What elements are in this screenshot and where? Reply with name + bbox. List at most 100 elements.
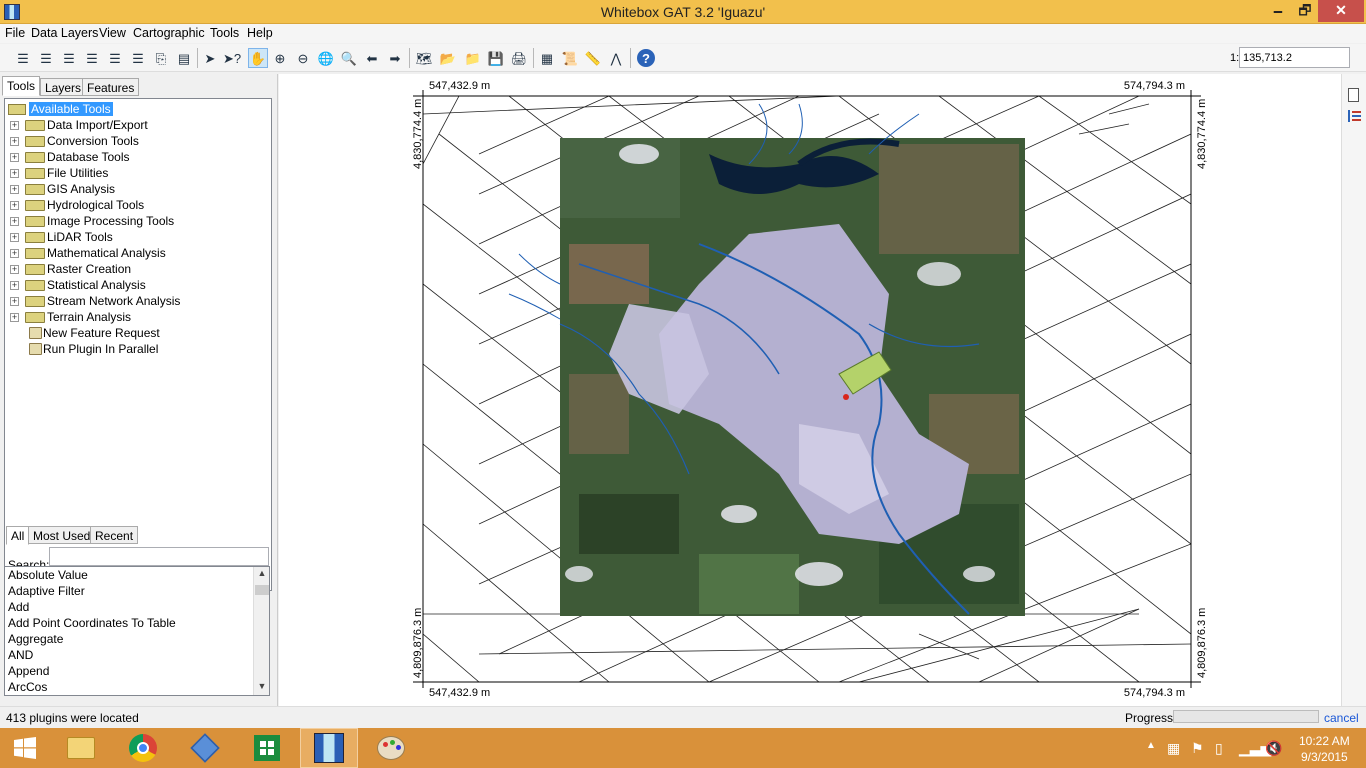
- tree-folder[interactable]: + Database Tools: [5, 149, 271, 165]
- zoom-out-icon[interactable]: ⊖: [293, 48, 313, 68]
- remove-layer-icon[interactable]: ☰: [36, 48, 56, 68]
- save-icon[interactable]: 💾: [486, 48, 506, 68]
- expand-icon[interactable]: +: [10, 169, 19, 178]
- list-item[interactable]: Adaptive Filter: [8, 584, 85, 600]
- clock-date[interactable]: 9/3/2015: [1301, 750, 1348, 764]
- expand-icon[interactable]: +: [10, 281, 19, 290]
- expand-icon[interactable]: +: [10, 217, 19, 226]
- new-map-icon[interactable]: 🗺: [414, 48, 434, 68]
- expand-icon[interactable]: +: [10, 137, 19, 146]
- tree-folder[interactable]: + Hydrological Tools: [5, 197, 271, 213]
- close-button[interactable]: ✕: [1318, 0, 1364, 22]
- raster-calculator-icon[interactable]: ▦: [537, 48, 557, 68]
- layer-properties-icon[interactable]: ⎘: [151, 48, 171, 68]
- tab-features[interactable]: Features: [82, 78, 140, 96]
- pan-icon[interactable]: ✋: [248, 48, 268, 68]
- expand-icon[interactable]: +: [10, 265, 19, 274]
- scroll-thumb[interactable]: [255, 585, 269, 595]
- list-item[interactable]: ArcCos: [8, 680, 47, 695]
- tree-root[interactable]: Available Tools: [5, 101, 271, 117]
- tree-folder[interactable]: + Conversion Tools: [5, 133, 271, 149]
- expand-icon[interactable]: +: [10, 153, 19, 162]
- menu-help[interactable]: Help: [247, 26, 273, 40]
- full-extent-icon[interactable]: 🌐: [316, 48, 336, 68]
- device-icon[interactable]: ▯: [1215, 740, 1223, 757]
- tab-all[interactable]: All: [6, 526, 30, 545]
- expand-icon[interactable]: +: [10, 185, 19, 194]
- file-explorer-icon[interactable]: [52, 728, 110, 768]
- tab-recent[interactable]: Recent: [90, 526, 139, 544]
- tab-layers[interactable]: Layers: [40, 78, 87, 96]
- menu-file[interactable]: File: [5, 26, 25, 40]
- tree-folder[interactable]: + Raster Creation: [5, 261, 271, 277]
- tree-folder[interactable]: + Mathematical Analysis: [5, 245, 271, 261]
- map-canvas[interactable]: 547,432.9 m 574,794.3 m 547,432.9 m 574,…: [279, 74, 1341, 706]
- print-icon[interactable]: 🖨: [509, 48, 529, 68]
- open-map-icon[interactable]: 📂: [438, 48, 458, 68]
- list-item[interactable]: Absolute Value: [8, 568, 88, 584]
- volume-icon[interactable]: 🔇: [1265, 740, 1282, 757]
- layer-down-icon[interactable]: ☰: [82, 48, 102, 68]
- previous-extent-icon[interactable]: ⬅: [362, 48, 382, 68]
- whitebox-icon[interactable]: [300, 728, 358, 768]
- flag-icon[interactable]: ⚑: [1191, 740, 1204, 757]
- search-input[interactable]: [49, 547, 269, 566]
- tree-tool[interactable]: New Feature Request: [5, 325, 271, 341]
- scroll-down-icon[interactable]: ▼: [254, 681, 269, 691]
- layer-bottom-icon[interactable]: ☰: [128, 48, 148, 68]
- action-center-icon[interactable]: ▦: [1167, 740, 1180, 757]
- expand-icon[interactable]: +: [10, 313, 19, 322]
- measure-icon[interactable]: 📏: [583, 48, 603, 68]
- tree-tool[interactable]: Run Plugin In Parallel: [5, 341, 271, 357]
- tree-folder[interactable]: + GIS Analysis: [5, 181, 271, 197]
- help-icon[interactable]: ?: [637, 49, 655, 67]
- menu-view[interactable]: View: [99, 26, 126, 40]
- layer-up-icon[interactable]: ☰: [59, 48, 79, 68]
- tab-tools[interactable]: Tools: [2, 76, 41, 96]
- list-item[interactable]: Aggregate: [8, 632, 63, 648]
- maximize-button[interactable]: 🗗: [1292, 0, 1318, 22]
- layer-properties-icon[interactable]: ▤: [174, 48, 194, 68]
- layer-top-icon[interactable]: ☰: [105, 48, 125, 68]
- tree-folder[interactable]: + Data Import/Export: [5, 117, 271, 133]
- scripter-icon[interactable]: 📜: [560, 48, 580, 68]
- tree-folder[interactable]: + LiDAR Tools: [5, 229, 271, 245]
- expand-icon[interactable]: +: [10, 249, 19, 258]
- virtualbox-icon[interactable]: [176, 728, 234, 768]
- tab-most-used[interactable]: Most Used: [28, 526, 96, 544]
- select-icon[interactable]: ➤: [200, 48, 220, 68]
- tree-folder[interactable]: + Image Processing Tools: [5, 213, 271, 229]
- menu-data-layers[interactable]: Data Layers: [31, 26, 98, 40]
- tree-folder[interactable]: + File Utilities: [5, 165, 271, 181]
- zoom-in-icon[interactable]: ⊕: [270, 48, 290, 68]
- open-folder-icon[interactable]: 📁: [463, 48, 483, 68]
- menu-cartographic[interactable]: Cartographic: [133, 26, 205, 40]
- legend-icon[interactable]: [1348, 110, 1361, 122]
- zoom-to-layer-icon[interactable]: 🔍: [339, 48, 359, 68]
- expand-icon[interactable]: +: [10, 233, 19, 242]
- paint-icon[interactable]: [362, 728, 420, 768]
- profile-icon[interactable]: ⋀: [606, 48, 626, 68]
- list-scrollbar[interactable]: ▲ ▼: [253, 567, 269, 695]
- expand-icon[interactable]: +: [10, 121, 19, 130]
- chrome-icon[interactable]: [114, 728, 172, 768]
- new-document-icon[interactable]: [1348, 88, 1359, 102]
- tree-folder[interactable]: + Terrain Analysis: [5, 309, 271, 325]
- menu-tools[interactable]: Tools: [210, 26, 239, 40]
- list-item[interactable]: Add: [8, 600, 29, 616]
- add-layer-icon[interactable]: ☰: [13, 48, 33, 68]
- tray-expand-icon[interactable]: ▲: [1146, 740, 1156, 751]
- list-item[interactable]: AND: [8, 648, 33, 664]
- store-icon[interactable]: [238, 728, 296, 768]
- scroll-up-icon[interactable]: ▲: [254, 568, 269, 578]
- tree-folder[interactable]: + Statistical Analysis: [5, 277, 271, 293]
- expand-icon[interactable]: +: [10, 297, 19, 306]
- tree-folder[interactable]: + Stream Network Analysis: [5, 293, 271, 309]
- clock-time[interactable]: 10:22 AM: [1299, 734, 1350, 748]
- select-feature-icon[interactable]: ➤?: [222, 48, 242, 68]
- list-item[interactable]: Append: [8, 664, 49, 680]
- next-extent-icon[interactable]: ➡: [385, 48, 405, 68]
- start-icon[interactable]: [0, 728, 50, 768]
- cancel-link[interactable]: cancel: [1324, 711, 1359, 725]
- list-item[interactable]: Add Point Coordinates To Table: [8, 616, 176, 632]
